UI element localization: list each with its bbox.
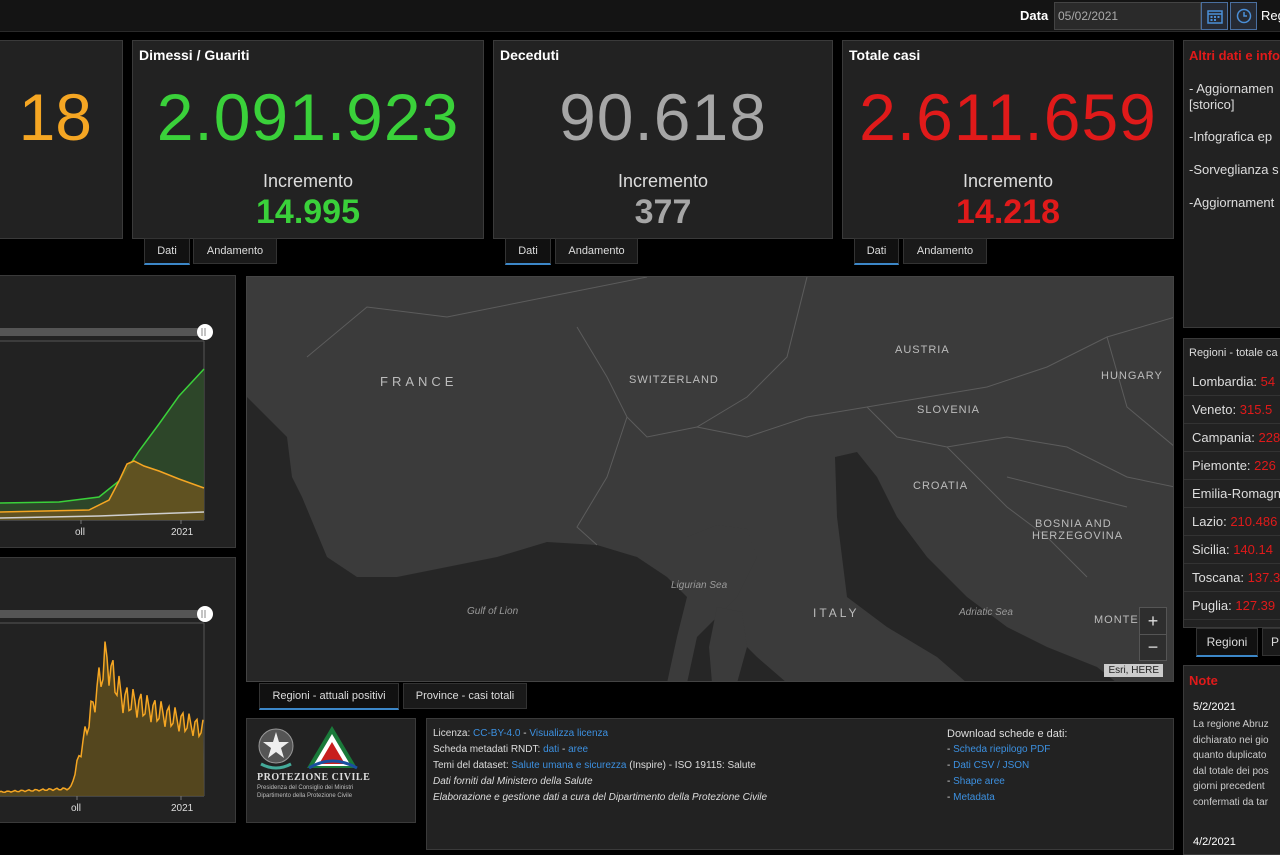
metadata-dati-link[interactable]: dati (543, 744, 559, 755)
card-totale: Totale casi 2.611.659 Incremento 14.218 (842, 40, 1174, 239)
increment-label: Incremento (962, 171, 1054, 191)
x-tick: oll (75, 527, 86, 538)
totale-increment: 14.218 (956, 193, 1060, 231)
map-label-gulf-of-lion: Gulf of Lion (467, 606, 519, 617)
increment-label: Incremento (262, 171, 354, 191)
logo-sub2: Dipartimento della Protezione Civile (257, 793, 353, 799)
download-item: - Shape aree (947, 776, 1005, 787)
altri-link[interactable]: [storico] (1189, 97, 1279, 113)
map-label-hungary: HUNGARY (1101, 370, 1163, 382)
card-deceduti: Deceduti 90.618 Incremento 377 (493, 40, 833, 239)
list-item[interactable]: Lombardia: 54 (1184, 368, 1280, 396)
daily-chart (0, 606, 213, 800)
tab-andamento[interactable]: Andamento (193, 238, 277, 264)
metadata-aree-link[interactable]: aree (568, 744, 588, 755)
date-input[interactable] (1054, 2, 1201, 30)
note-date: 5/2/2021 (1193, 701, 1236, 713)
footer-line5: Elaborazione e gestione dati a cura del … (433, 792, 768, 803)
zoom-out-button[interactable]: − (1140, 635, 1166, 660)
altri-link[interactable]: -Sorveglianza s (1189, 162, 1279, 178)
tab-province[interactable]: P (1262, 628, 1280, 656)
deceduti-increment: 377 (634, 193, 692, 231)
trend-chart (0, 324, 213, 524)
clock-icon[interactable] (1230, 2, 1257, 30)
tab-dati[interactable]: Dati (854, 238, 899, 265)
tab-dati[interactable]: Dati (144, 238, 190, 265)
emblem-icon (258, 728, 294, 770)
map-label-switzerland: SWITZERLAND (629, 374, 719, 386)
totale-number: 2.611.659 (859, 80, 1157, 154)
card-guariti: Dimessi / Guariti 2.091.923 Incremento 1… (132, 40, 484, 239)
map-label-italy: ITALY (813, 606, 860, 620)
list-item[interactable]: Sicilia: 140.14 (1184, 536, 1280, 564)
card-title: Dimessi / Guariti (139, 47, 250, 63)
list-item[interactable]: Piemonte: 226 (1184, 452, 1280, 480)
altri-dati-panel: Altri dati e info - Aggiornamen [storico… (1183, 40, 1280, 328)
card-title: Totale casi (849, 47, 921, 63)
tab-andamento[interactable]: Andamento (903, 238, 987, 264)
map-label-herzegovina: HERZEGOVINA (1032, 530, 1124, 542)
map-canvas (247, 277, 1173, 681)
note-date: 4/2/2021 (1193, 836, 1236, 848)
list-item[interactable]: Puglia: 127.39 (1184, 592, 1280, 620)
list-item[interactable]: Campania: 228 (1184, 424, 1280, 452)
view-license-link[interactable]: Visualizza licenza (529, 728, 608, 739)
list-item[interactable]: Lazio: 210.486 (1184, 508, 1280, 536)
x-tick: 2021 (171, 527, 194, 538)
download-item: - Metadata (947, 792, 995, 803)
tab-dati[interactable]: Dati (505, 238, 551, 265)
map-label-france: FRANCE (380, 374, 458, 389)
logo-sub1: Presidenza del Consiglio dei Ministri (257, 785, 354, 791)
date-label: Data (1020, 8, 1049, 23)
footer-info-panel: Licenza: CC-BY-4.0 - Visualizza licenza … (426, 718, 1174, 850)
download-item: - Scheda riepilogo PDF (947, 744, 1051, 755)
map-attribution[interactable]: Esri, HERE (1104, 664, 1163, 677)
note-title: Note (1189, 673, 1218, 688)
altri-link[interactable]: -Aggiornament (1189, 195, 1279, 211)
logo-name: PROTEZIONE CIVILE (257, 772, 371, 783)
list-item[interactable]: Veneto: 315.5 (1184, 396, 1280, 424)
guariti-increment: 14.995 (256, 193, 360, 231)
logo-panel: PROTEZIONE CIVILE Presidenza del Consigl… (246, 718, 416, 823)
map-label-montenegro: MONTE (1094, 614, 1139, 626)
download-item: - Dati CSV / JSON (947, 760, 1030, 771)
map-label-bosnia: BOSNIA AND (1035, 518, 1112, 530)
chart-daily-panel: oll 2021 (0, 557, 236, 823)
calendar-icon[interactable] (1201, 2, 1228, 30)
tab-andamento[interactable]: Andamento (555, 238, 638, 264)
card-title: Deceduti (500, 47, 560, 63)
protezione-civile-logo (307, 726, 358, 770)
map-label-austria: AUSTRIA (895, 344, 950, 356)
tab-regioni-attuali[interactable]: Regioni - attuali positivi (259, 683, 399, 710)
list-item[interactable]: Toscana: 137.3 (1184, 564, 1280, 592)
download-title: Download schede e dati: (947, 728, 1068, 740)
map-view[interactable]: FRANCE SWITZERLAND AUSTRIA HUNGARY SLOVE… (246, 276, 1174, 682)
chart-trend-panel: oll 2021 (0, 275, 236, 548)
temi-link[interactable]: Salute umana e sicurezza (511, 760, 626, 771)
x-tick: oll (71, 803, 82, 814)
altri-link[interactable]: - Aggiornamen (1189, 81, 1279, 97)
note-panel: Note 5/2/2021 La regione Abruz dichiarat… (1183, 665, 1280, 855)
list-item[interactable]: Emilia-Romagn (1184, 480, 1280, 508)
tab-regioni[interactable]: Regioni (1196, 628, 1258, 657)
map-label-slovenia: SLOVENIA (917, 404, 981, 416)
zoom-in-button[interactable]: + (1140, 608, 1166, 635)
map-label-ligurian-sea: Ligurian Sea (671, 580, 728, 591)
footer-line4: Dati forniti dal Ministero della Salute (433, 776, 593, 787)
deceduti-number: 90.618 (559, 80, 767, 154)
region-select-label[interactable]: Reg (1261, 8, 1280, 23)
altri-dati-title: Altri dati e info (1189, 48, 1280, 63)
x-tick: 2021 (171, 803, 194, 814)
map-label-adriatic-sea: Adriatic Sea (959, 607, 1013, 618)
increment-label: Incremento (617, 171, 709, 191)
map-label-croatia: CROATIA (913, 480, 969, 492)
tab-province-casi[interactable]: Province - casi totali (403, 683, 527, 709)
regioni-list-panel: Regioni - totale ca Lombardia: 54 Veneto… (1183, 338, 1280, 628)
guariti-number: 2.091.923 (156, 80, 460, 154)
card-positivi: 18 (0, 40, 123, 239)
positivi-number: 18 (18, 80, 92, 154)
license-link[interactable]: CC-BY-4.0 (473, 728, 520, 739)
regioni-list-title: Regioni - totale ca (1189, 347, 1278, 359)
altri-link[interactable]: -Infografica ep (1189, 129, 1279, 145)
